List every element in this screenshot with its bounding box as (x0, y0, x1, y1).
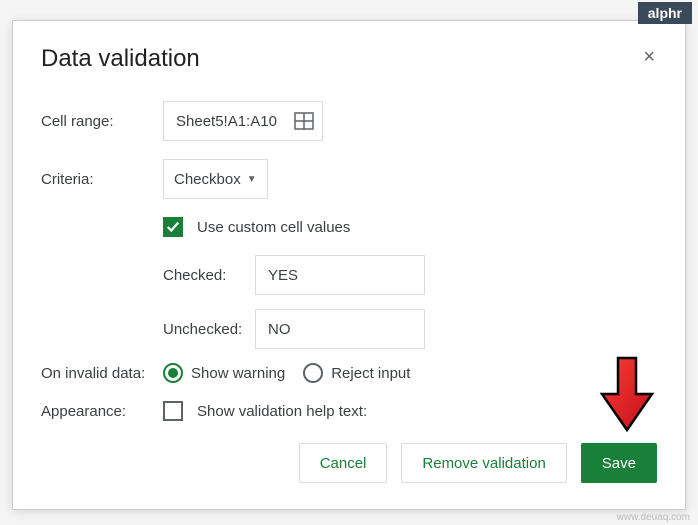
show-help-text-label: Show validation help text: (197, 403, 367, 420)
checked-label: Checked: (163, 267, 255, 284)
radio-label: Show warning (191, 365, 285, 382)
radio-icon (303, 363, 323, 383)
checked-value-row: Checked: (163, 255, 657, 295)
watermark-badge: alphr (638, 2, 692, 24)
cancel-button[interactable]: Cancel (299, 443, 388, 483)
close-button[interactable]: × (641, 45, 657, 69)
data-validation-dialog: Data validation × Cell range: Criteria: … (12, 20, 686, 510)
criteria-label: Criteria: (41, 171, 163, 188)
use-custom-values-row[interactable]: Use custom cell values (163, 217, 657, 237)
checked-value-input[interactable] (255, 255, 425, 295)
cell-range-label: Cell range: (41, 113, 163, 130)
cell-range-input[interactable] (176, 113, 286, 130)
use-custom-values-label: Use custom cell values (197, 219, 350, 236)
criteria-selected-value: Checkbox (174, 171, 241, 188)
radio-show-warning[interactable]: Show warning (163, 363, 285, 383)
dialog-button-row: Cancel Remove validation Save (41, 443, 657, 483)
radio-label: Reject input (331, 365, 410, 382)
criteria-row: Criteria: Checkbox ▼ (41, 159, 657, 199)
remove-validation-button[interactable]: Remove validation (401, 443, 566, 483)
show-help-text-checkbox[interactable] (163, 401, 183, 421)
dialog-title: Data validation (41, 45, 200, 73)
appearance-label: Appearance: (41, 403, 163, 420)
unchecked-label: Unchecked: (163, 321, 255, 338)
use-custom-values-checkbox[interactable] (163, 217, 183, 237)
criteria-select[interactable]: Checkbox ▼ (163, 159, 268, 199)
on-invalid-label: On invalid data: (41, 365, 163, 382)
criteria-sub-section: Use custom cell values Checked: Unchecke… (163, 217, 657, 349)
unchecked-value-row: Unchecked: (163, 309, 657, 349)
caret-down-icon: ▼ (247, 174, 257, 185)
cell-range-input-wrap[interactable] (163, 101, 323, 141)
cell-range-row: Cell range: (41, 101, 657, 141)
radio-reject-input[interactable]: Reject input (303, 363, 410, 383)
save-button[interactable]: Save (581, 443, 657, 483)
on-invalid-radio-group: Show warning Reject input (163, 363, 410, 383)
dialog-header: Data validation × (41, 45, 657, 73)
footer-url: www.deuaq.com (617, 512, 690, 523)
show-help-text-row[interactable]: Show validation help text: (163, 401, 367, 421)
unchecked-value-input[interactable] (255, 309, 425, 349)
grid-select-icon[interactable] (294, 112, 314, 130)
radio-icon (163, 363, 183, 383)
appearance-row: Appearance: Show validation help text: (41, 401, 657, 421)
on-invalid-row: On invalid data: Show warning Reject inp… (41, 363, 657, 383)
